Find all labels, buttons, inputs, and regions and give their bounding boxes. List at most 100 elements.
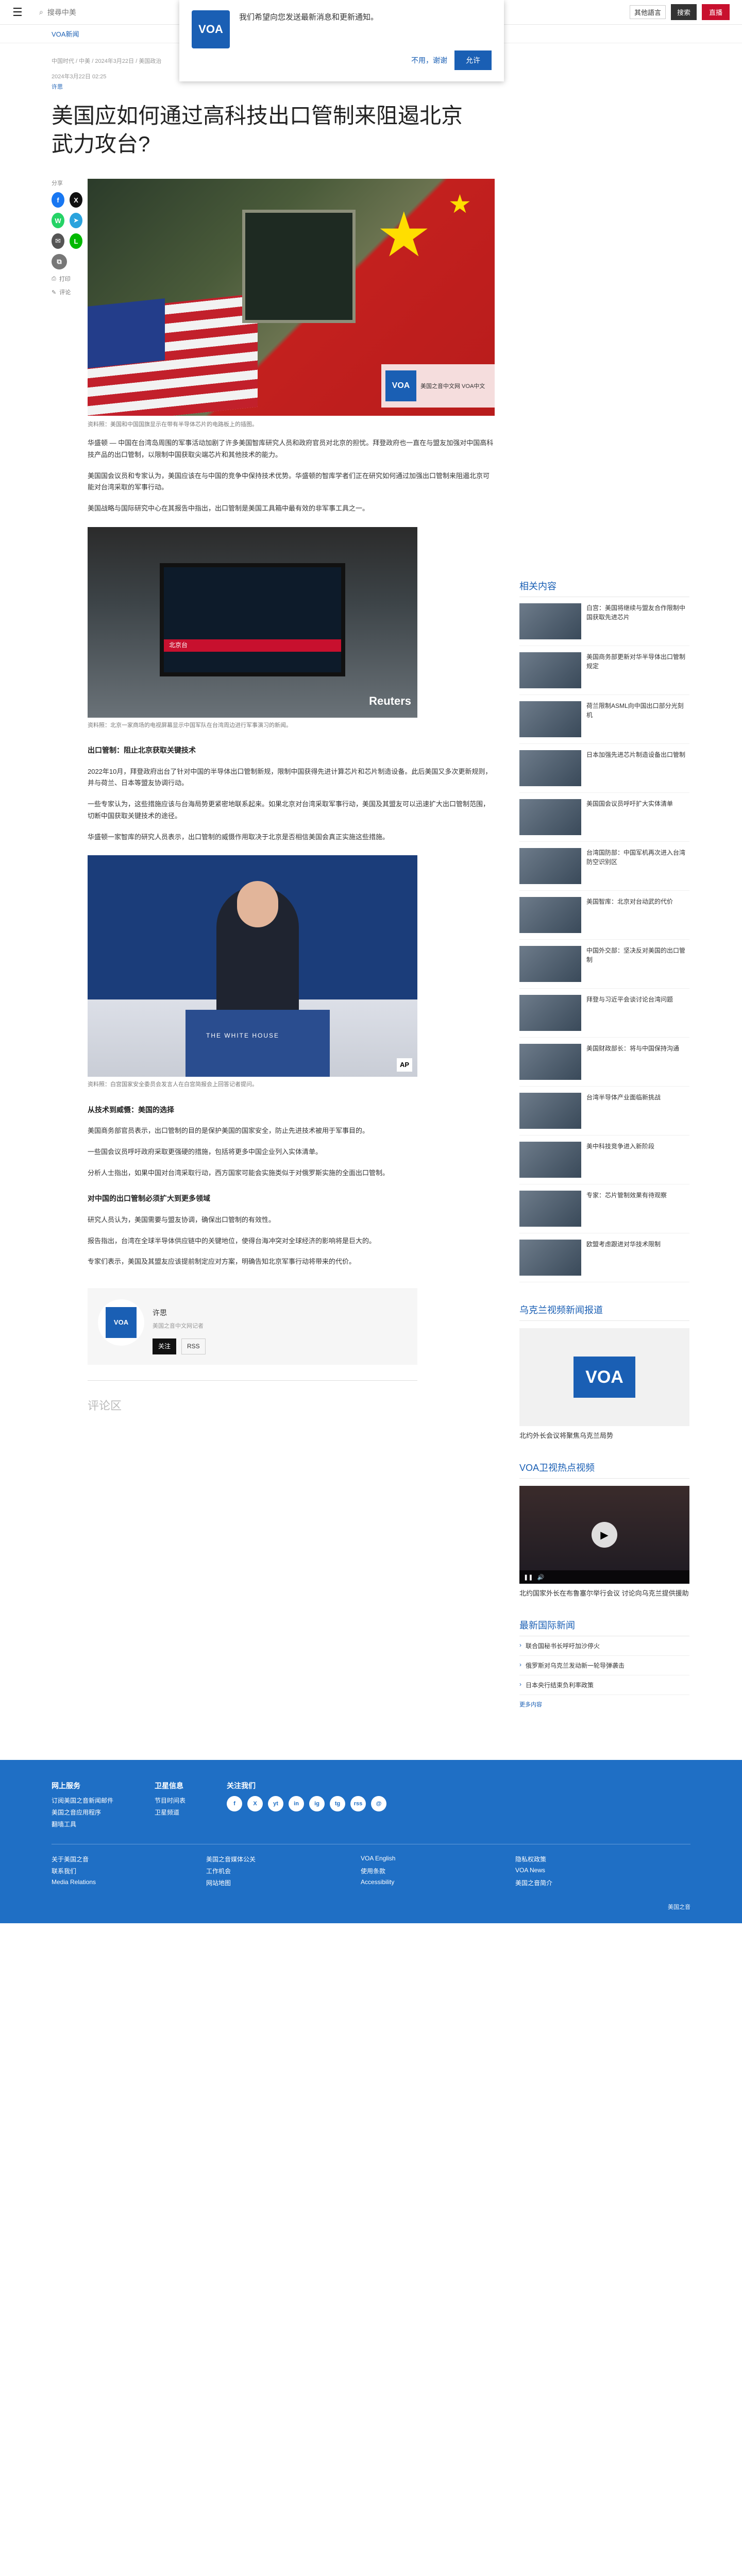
live-button[interactable]: 直播 bbox=[701, 4, 730, 20]
search-box[interactable]: ⌕ 搜尋中美 bbox=[39, 7, 76, 18]
related-thumbnail bbox=[519, 750, 581, 786]
footer-link[interactable]: 联系我们 bbox=[52, 1867, 185, 1875]
comment-icon: ✎ bbox=[52, 289, 57, 296]
tv-screen: 北京台 bbox=[160, 563, 345, 676]
voices-thumbnail[interactable]: VOA bbox=[519, 1328, 689, 1426]
related-item[interactable]: 美国智库：北京对台动武的代价 bbox=[519, 891, 689, 940]
related-item[interactable]: 美中科技竞争进入新阶段 bbox=[519, 1136, 689, 1184]
author-role: 美国之音中文网记者 bbox=[153, 1323, 204, 1329]
page-title: 美国应如何通过高科技出口管制来阻遏北京武力攻台? bbox=[52, 104, 463, 156]
follow-x-button[interactable]: 关注 bbox=[153, 1338, 177, 1354]
instagram-icon[interactable]: ig bbox=[309, 1796, 325, 1811]
facebook-icon[interactable]: f bbox=[227, 1796, 243, 1811]
video-player[interactable]: ▶ ❚❚ 🔊 bbox=[519, 1486, 689, 1584]
related-title: 荷兰限制ASML向中国出口部分光刻机 bbox=[586, 702, 684, 719]
telegram-icon[interactable]: ➤ bbox=[70, 213, 82, 229]
x-twitter-icon[interactable]: X bbox=[247, 1796, 263, 1811]
print-button[interactable]: ⎙ 打印 bbox=[52, 275, 82, 283]
footer-link[interactable]: 网站地图 bbox=[206, 1878, 340, 1887]
footer-link[interactable]: 卫星频道 bbox=[155, 1808, 185, 1817]
related-item[interactable]: 美国财政部长：将与中国保持沟通 bbox=[519, 1038, 689, 1087]
pause-icon[interactable]: ❚❚ bbox=[524, 1574, 533, 1581]
rss-button[interactable]: RSS bbox=[181, 1338, 206, 1354]
footer-link[interactable]: Media Relations bbox=[52, 1878, 185, 1887]
footer-heading: 关注我们 bbox=[227, 1782, 256, 1790]
china-flag-star-icon: ★ bbox=[376, 200, 432, 270]
allow-button[interactable]: 允许 bbox=[454, 50, 492, 70]
footer-link[interactable]: 隐私权政策 bbox=[515, 1855, 649, 1863]
related-title: 美国财政部长：将与中国保持沟通 bbox=[586, 1045, 680, 1052]
email-icon[interactable]: ✉ bbox=[52, 233, 64, 249]
list-item[interactable]: › 联合国秘书长呼吁加沙停火 bbox=[519, 1636, 689, 1656]
notification-popup: VOA 我们希望向您发送最新消息和更新通知。 不用，谢谢 允许 bbox=[179, 0, 504, 81]
deny-button[interactable]: 不用，谢谢 bbox=[411, 55, 447, 65]
footer-col-services: 网上服务 订阅美国之音新闻邮件 美国之音应用程序 翻墙工具 bbox=[52, 1781, 113, 1828]
related-thumbnail bbox=[519, 897, 581, 933]
footer-link[interactable]: 订阅美国之音新闻邮件 bbox=[52, 1796, 113, 1805]
related-item[interactable]: 台湾国防部：中国军机再次进入台湾防空识别区 bbox=[519, 842, 689, 891]
volume-icon[interactable]: 🔊 bbox=[537, 1574, 544, 1581]
sidebar: 相关内容 白宫：美国将继续与盟友合作限制中国获取先进芯片 美国商务部更新对华半导体… bbox=[519, 43, 689, 1708]
footer-link[interactable]: 使用条款 bbox=[361, 1867, 495, 1875]
line-icon[interactable]: L bbox=[70, 233, 82, 249]
author-link[interactable]: 许思 bbox=[52, 82, 495, 91]
footer-link[interactable]: 工作机会 bbox=[206, 1867, 340, 1875]
related-title: 美国商务部更新对华半导体出口管制规定 bbox=[586, 653, 686, 670]
rss-icon[interactable]: rss bbox=[350, 1796, 366, 1811]
video-controls[interactable]: ❚❚ 🔊 bbox=[519, 1570, 689, 1584]
youtube-icon[interactable]: yt bbox=[268, 1796, 284, 1811]
linkedin-icon[interactable]: in bbox=[289, 1796, 305, 1811]
related-item[interactable]: 台湾半导体产业面临新挑战 bbox=[519, 1087, 689, 1136]
list-item[interactable]: › 俄罗斯对乌克兰发动新一轮导弹袭击 bbox=[519, 1656, 689, 1675]
related-item[interactable]: 美国商务部更新对华半导体出口管制规定 bbox=[519, 646, 689, 695]
photo-credit: Reuters bbox=[369, 694, 411, 708]
related-item[interactable]: 欧盟考虑跟进对华技术限制 bbox=[519, 1233, 689, 1282]
related-item[interactable]: 拜登与习近平会谈讨论台湾问题 bbox=[519, 989, 689, 1038]
related-item[interactable]: 专家：芯片管制效果有待观察 bbox=[519, 1184, 689, 1233]
copy-link-icon[interactable]: ⧉ bbox=[52, 254, 67, 270]
telegram-icon[interactable]: tg bbox=[330, 1796, 346, 1811]
paragraph: 美国商务部官员表示，出口管制的目的是保护美国的国家安全，防止先进技术被用于军事目… bbox=[88, 1127, 369, 1135]
related-item[interactable]: 美国国会议员呼吁扩大实体清单 bbox=[519, 793, 689, 842]
article-body: 华盛顿 — 中国在台湾岛周围的军事活动加剧了许多美国智库研究人员和政府官员对北京… bbox=[88, 437, 495, 1416]
related-thumbnail bbox=[519, 1044, 581, 1080]
play-icon[interactable]: ▶ bbox=[592, 1522, 617, 1548]
related-title: 白宫：美国将继续与盟友合作限制中国获取先进芯片 bbox=[586, 604, 686, 621]
comment-button[interactable]: ✎ 评论 bbox=[52, 288, 82, 296]
footer-link[interactable]: 美国之音应用程序 bbox=[52, 1808, 113, 1817]
footer-link[interactable]: VOA News bbox=[515, 1867, 649, 1875]
email-icon[interactable]: @ bbox=[371, 1796, 387, 1811]
author-name[interactable]: 许思 bbox=[153, 1307, 206, 1319]
language-select[interactable]: 其他語言 bbox=[629, 5, 666, 19]
footer-link[interactable]: 美国之音简介 bbox=[515, 1878, 649, 1887]
more-link[interactable]: 更多内容 bbox=[519, 1700, 689, 1708]
list-item[interactable]: › 日本央行结束负利率政策 bbox=[519, 1675, 689, 1695]
related-title: 专家：芯片管制效果有待观察 bbox=[586, 1192, 667, 1199]
related-title: 美国国会议员呼吁扩大实体清单 bbox=[586, 800, 673, 807]
search-button[interactable]: 搜索 bbox=[670, 4, 697, 20]
footer-link[interactable]: 关于美国之音 bbox=[52, 1855, 185, 1863]
footer-link[interactable]: 节目时间表 bbox=[155, 1796, 185, 1805]
footer-link-grid: 关于美国之音 美国之音媒体公关 VOA English 隐私权政策 联系我们 工… bbox=[52, 1844, 690, 1887]
related-item[interactable]: 白宫：美国将继续与盟友合作限制中国获取先进芯片 bbox=[519, 597, 689, 646]
footer-link[interactable]: Accessibility bbox=[361, 1878, 495, 1887]
paragraph: 华盛顿一家智库的研究人员表示，出口管制的威慑作用取决于北京是否相信美国会真正实施… bbox=[88, 833, 390, 841]
related-title: 美国智库：北京对台动武的代价 bbox=[586, 898, 673, 905]
footer-link[interactable]: VOA English bbox=[361, 1855, 495, 1863]
footer-heading: 卫星信息 bbox=[155, 1782, 184, 1790]
related-item[interactable]: 日本加强先进芯片制造设备出口管制 bbox=[519, 744, 689, 793]
related-item[interactable]: 荷兰限制ASML向中国出口部分光刻机 bbox=[519, 695, 689, 744]
footer-link[interactable]: 美国之音媒体公关 bbox=[206, 1855, 340, 1863]
voa-logo: VOA bbox=[106, 1307, 137, 1338]
footer: 网上服务 订阅美国之音新闻邮件 美国之音应用程序 翻墙工具 卫星信息 节目时间表… bbox=[0, 1760, 742, 1923]
video-title[interactable]: 北约国家外长在布鲁塞尔举行会议 讨论向乌克兰提供援助 bbox=[519, 1588, 689, 1598]
related-item[interactable]: 中国外交部：坚决反对美国的出口管制 bbox=[519, 940, 689, 989]
voices-title[interactable]: 北约外长会议将聚焦乌克兰局势 bbox=[519, 1430, 689, 1440]
print-icon: ⎙ bbox=[52, 275, 56, 282]
paragraph: 2022年10月，拜登政府出台了针对中国的半导体出口管制新规，限制中国获得先进计… bbox=[88, 767, 492, 787]
menu-icon[interactable]: ☰ bbox=[12, 6, 27, 19]
x-twitter-icon[interactable]: X bbox=[70, 192, 82, 208]
whatsapp-icon[interactable]: W bbox=[52, 213, 64, 229]
facebook-icon[interactable]: f bbox=[52, 192, 64, 208]
footer-link[interactable]: 翻墙工具 bbox=[52, 1820, 113, 1828]
